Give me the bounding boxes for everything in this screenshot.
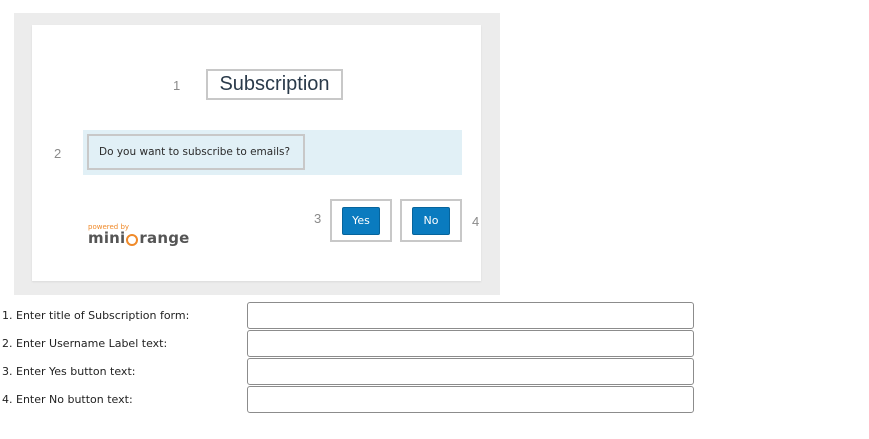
no-button-frame: No [400, 199, 462, 242]
yes-button-frame: Yes [330, 199, 392, 242]
yes-text-field-label: 3. Enter Yes button text: [2, 365, 136, 378]
preview-card: 1 Subscription 2 Do you want to subscrib… [32, 25, 481, 281]
yes-text-input[interactable] [247, 358, 694, 385]
marker-number-2: 2 [54, 146, 62, 161]
no-text-field-label: 4. Enter No button text: [2, 393, 133, 406]
yes-button[interactable]: Yes [342, 206, 380, 235]
form-row-title: 1. Enter title of Subscription form: [0, 302, 700, 329]
question-band: Do you want to subscribe to emails? [83, 130, 462, 175]
logo-brand-prefix: mini [88, 229, 126, 247]
logo-brand-suffix: range [139, 229, 190, 247]
form-row-no-text: 4. Enter No button text: [0, 386, 700, 413]
form-row-username-label: 2. Enter Username Label text: [0, 330, 700, 357]
marker-number-3: 3 [314, 211, 322, 226]
title-field-label: 1. Enter title of Subscription form: [2, 309, 190, 322]
no-text-input[interactable] [247, 386, 694, 413]
title-input[interactable] [247, 302, 694, 329]
logo-brand: mini range [88, 231, 190, 246]
question-label: Do you want to subscribe to emails? [87, 134, 305, 170]
marker-number-4: 4 [472, 214, 480, 229]
form-row-yes-text: 3. Enter Yes button text: [0, 358, 700, 385]
subscription-title: Subscription [206, 69, 343, 100]
preview-panel: 1 Subscription 2 Do you want to subscrib… [14, 13, 500, 295]
username-label-field-label: 2. Enter Username Label text: [2, 337, 168, 350]
logo-o-icon [126, 233, 139, 246]
no-button[interactable]: No [412, 206, 450, 235]
miniorange-logo: powered by mini range [88, 224, 190, 246]
marker-number-1: 1 [173, 78, 181, 93]
username-label-input[interactable] [247, 330, 694, 357]
